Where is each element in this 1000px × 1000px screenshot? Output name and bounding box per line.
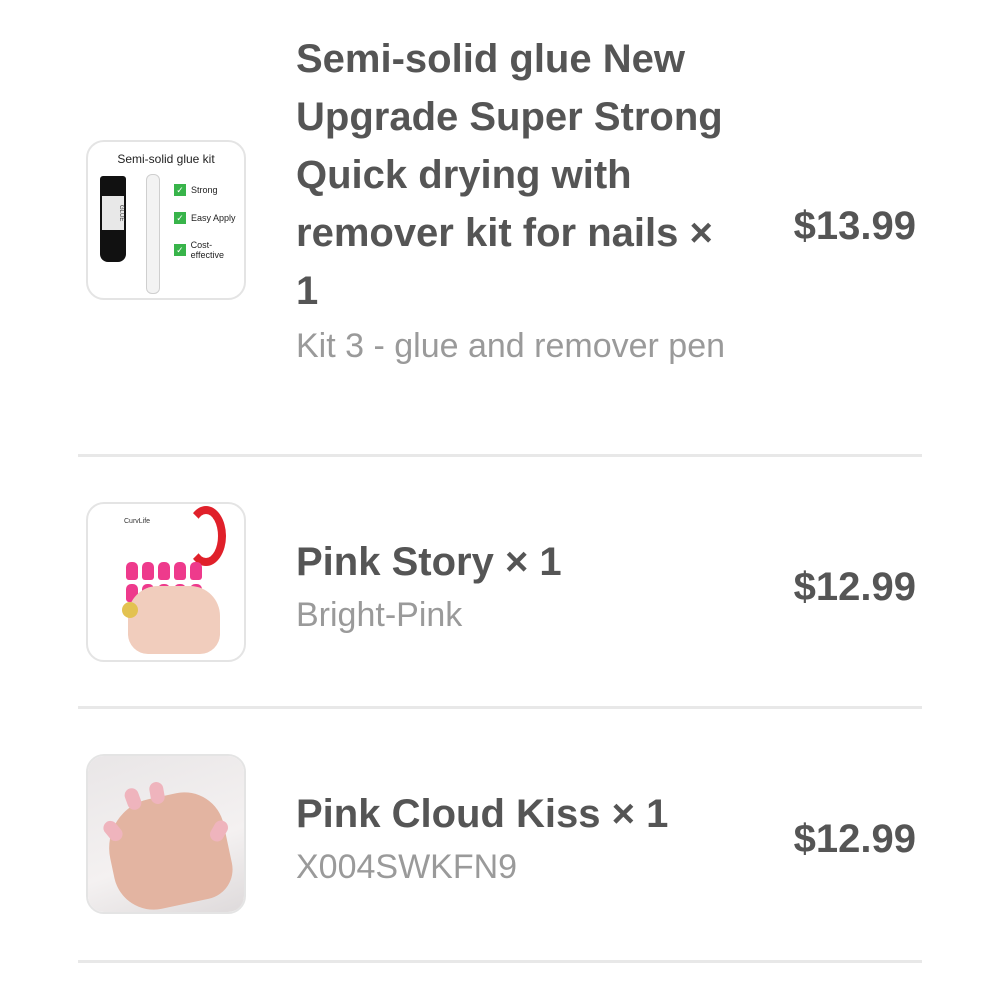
order-item[interactable]: Semi-solid glue kit GLUE ✓ Strong ✓ Easy…: [0, 0, 1000, 456]
product-image-glue-kit[interactable]: Semi-solid glue kit GLUE ✓ Strong ✓ Easy…: [86, 140, 246, 300]
check-icon: ✓: [174, 244, 186, 256]
brand-label: CurvLife: [124, 518, 151, 525]
feature-row: ✓ Strong: [174, 184, 244, 196]
product-image-pink-story[interactable]: CurvLife: [86, 502, 246, 662]
brand-swirl-graphic: [186, 506, 226, 566]
product-variant: Bright-Pink: [296, 596, 463, 634]
order-item[interactable]: CurvLife Pink Story × 1 Bright-Pink $12.…: [0, 457, 1000, 707]
badge-icon: [122, 602, 138, 618]
product-title[interactable]: Pink Story × 1: [296, 533, 726, 591]
hand-graphic: [128, 586, 220, 654]
product-variant: X004SWKFN9: [296, 848, 518, 886]
order-item[interactable]: Pink Cloud Kiss × 1 X004SWKFN9 $12.99: [0, 709, 1000, 961]
order-items-list: Semi-solid glue kit GLUE ✓ Strong ✓ Easy…: [0, 0, 1000, 1000]
feature-row: ✓ Easy Apply: [174, 212, 244, 224]
glue-tube-graphic: GLUE: [100, 176, 126, 262]
product-title[interactable]: Semi-solid glue New Upgrade Super Strong…: [296, 30, 726, 320]
product-price: $13.99: [793, 204, 916, 248]
divider: [78, 960, 922, 963]
product-variant: Kit 3 - glue and remover pen: [296, 327, 726, 365]
image-caption: Semi-solid glue kit: [117, 152, 215, 166]
product-info: Pink Cloud Kiss × 1 X004SWKFN9: [296, 785, 726, 891]
check-icon: ✓: [174, 212, 186, 224]
product-price: $12.99: [793, 565, 916, 609]
remover-pen-graphic: [146, 174, 160, 294]
product-price: $12.99: [793, 817, 916, 861]
product-image-pink-cloud-kiss[interactable]: [86, 754, 246, 914]
check-icon: ✓: [174, 184, 186, 196]
product-title[interactable]: Pink Cloud Kiss × 1: [296, 785, 726, 843]
product-info: Pink Story × 1 Bright-Pink: [296, 533, 726, 639]
nail-row: [126, 562, 202, 580]
feature-list: ✓ Strong ✓ Easy Apply ✓ Cost-effective: [174, 184, 244, 276]
feature-row: ✓ Cost-effective: [174, 240, 244, 260]
product-info: Semi-solid glue New Upgrade Super Strong…: [296, 30, 726, 370]
